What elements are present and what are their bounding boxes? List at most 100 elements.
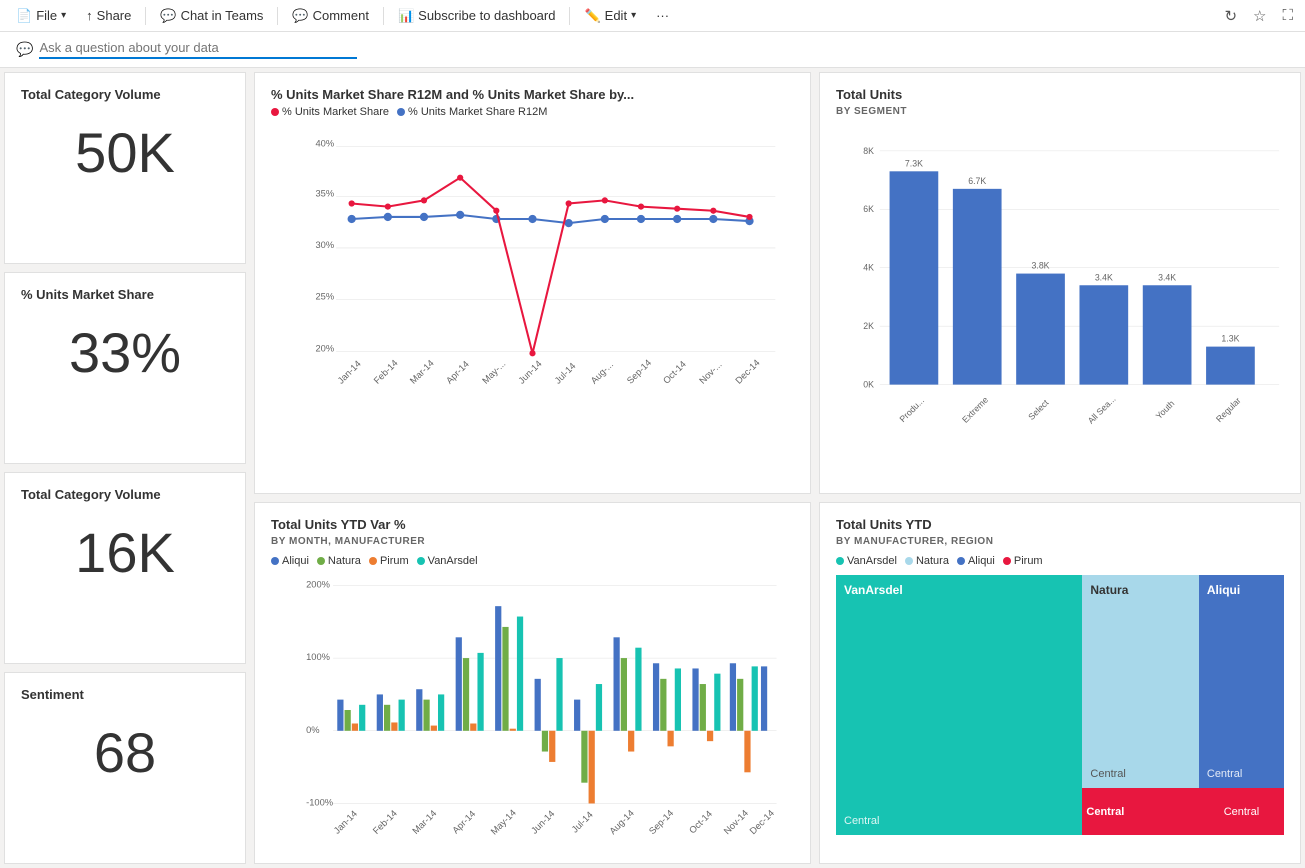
r12m-dot-2 (384, 213, 392, 221)
toolbar: 📄 File ▾ ↑ Share 💬 Chat in Teams 💬 Comme… (0, 0, 1305, 32)
toolbar-right: ↻ ☆ ⛶ (1220, 3, 1297, 29)
dec-aliqui (761, 666, 767, 730)
bar-y-0k: 0K (863, 380, 874, 390)
nov-pirum-neg (744, 731, 750, 773)
treemap-pirum-right-label: Central (1224, 806, 1259, 818)
qna-input[interactable] (39, 40, 1289, 55)
jan-pirum (352, 724, 358, 731)
share-button[interactable]: ↑ Share (78, 4, 139, 27)
mar-natura (423, 700, 429, 731)
x-label-dec14: Dec-14 (734, 358, 762, 386)
treemap-natura-region[interactable]: Natura Central (1082, 575, 1198, 788)
r12m-dot-11 (709, 215, 717, 223)
jul-aliqui (574, 700, 580, 731)
comment-button[interactable]: 💬 Comment (284, 4, 377, 28)
line-chart-legend: % Units Market Share % Units Market Shar… (271, 106, 794, 118)
bar-y-4k: 4K (863, 263, 874, 273)
bar-youth (1143, 285, 1192, 384)
bar-label-allsea-val: 3.4K (1095, 272, 1113, 282)
legend-label-treemap-vanarsdel: VanArsdel (847, 555, 897, 567)
legend-dot-treemap-vanarsdel (836, 557, 844, 565)
legend-treemap-natura: Natura (905, 555, 949, 567)
treemap-aliqui-region-label: Central (1207, 768, 1242, 780)
legend-treemap-vanarsdel: VanArsdel (836, 555, 897, 567)
nov-vanarsdel (752, 666, 758, 730)
mar-vanarsdel (438, 694, 444, 730)
more-button[interactable]: ··· (648, 4, 677, 27)
legend-vanarsdel: VanArsdel (417, 555, 478, 567)
legend-label-pirum: Pirum (380, 555, 409, 567)
oct-aliqui (692, 668, 698, 730)
subscribe-button[interactable]: 📊 Subscribe to dashboard (390, 4, 564, 28)
sep-natura (660, 679, 666, 731)
x-label-sep14: Sep-14 (625, 358, 653, 386)
bar-y-2k: 2K (863, 321, 874, 331)
legend-treemap-pirum: Pirum (1003, 555, 1043, 567)
r12m-dot-8 (601, 215, 609, 223)
treemap-vanarsdel-label: VanArsdel (844, 583, 903, 597)
ytd-y-200: 200% (306, 579, 330, 589)
y-label-25: 25% (316, 292, 335, 302)
apr-aliqui (456, 637, 462, 730)
pct-dot-11 (710, 208, 716, 214)
legend-item-pct-units: % Units Market Share (271, 106, 389, 118)
treemap-vanarsdel-region[interactable]: VanArsdel Central (836, 575, 1082, 835)
file-label: File (36, 8, 57, 23)
x-label-feb14: Feb-14 (372, 358, 400, 386)
pct-dot-9 (638, 204, 644, 210)
treemap-aliqui-region[interactable]: Aliqui Central (1199, 575, 1284, 788)
treemap-pirum-central[interactable]: Central (1082, 788, 1198, 835)
file-menu[interactable]: 📄 File ▾ (8, 4, 74, 28)
bar-label-youth-val: 3.4K (1158, 272, 1176, 282)
x-label-jan14: Jan-14 (336, 359, 363, 386)
x-label-oct14: Oct-14 (661, 359, 688, 386)
ytd-x-jul14: Jul-14 (570, 810, 595, 835)
treemap-natura-region-label: Central (1090, 768, 1125, 780)
kpi-total-category-volume-2: Total Category Volume 16K (4, 472, 246, 664)
kpi-value-1: 50K (21, 122, 229, 184)
legend-label-aliqui: Aliqui (282, 555, 309, 567)
oct-pirum-neg (707, 731, 713, 741)
r12m-dot-3 (420, 213, 428, 221)
ytd-x-apr14: Apr-14 (450, 809, 477, 836)
legend-natura: Natura (317, 555, 361, 567)
edit-button[interactable]: ✏️ Edit ▾ (576, 4, 644, 28)
legend-item-r12m: % Units Market Share R12M (397, 106, 547, 118)
comment-icon: 💬 (292, 8, 308, 24)
qna-underline (39, 57, 357, 59)
feb-vanarsdel (399, 700, 405, 731)
legend-dot-pct-units (271, 108, 279, 116)
legend-dot-natura (317, 557, 325, 565)
legend-label-r12m: % Units Market Share R12M (408, 106, 547, 118)
x-label-jul14: Jul-14 (553, 361, 578, 386)
treemap-pirum-right-region[interactable]: Central (1199, 788, 1284, 835)
kpi-title-3: Total Category Volume (21, 487, 229, 502)
feb-natura (384, 705, 390, 731)
bookmark-icon[interactable]: ☆ (1249, 3, 1270, 29)
edit-label: Edit (605, 8, 627, 23)
sep-pirum-neg (668, 731, 674, 747)
ytd-x-nov14: Nov-14 (722, 808, 750, 836)
ytd-y-n100: -100% (306, 798, 333, 808)
teams-icon: 💬 (160, 8, 176, 24)
ytd-x-jun14: Jun-14 (529, 808, 556, 835)
refresh-icon[interactable]: ↻ (1220, 3, 1241, 29)
legend-dot-treemap-pirum (1003, 557, 1011, 565)
jul-pirum-neg (589, 731, 595, 804)
jul-natura-neg (581, 731, 587, 783)
file-icon: 📄 (16, 8, 32, 24)
r12m-dot-7 (565, 219, 573, 227)
bar-label-produ: Produ... (897, 395, 926, 424)
qna-bar: 💬 (0, 32, 1305, 68)
x-label-jun14: Jun-14 (517, 359, 544, 386)
chat-teams-button[interactable]: 💬 Chat in Teams (152, 4, 271, 28)
bar-chart-subtitle: BY SEGMENT (836, 106, 1284, 117)
pct-dot-1 (349, 200, 355, 206)
kpi-value-3: 16K (21, 522, 229, 584)
pct-dot-8 (602, 197, 608, 203)
ytd-x-jan14: Jan-14 (332, 808, 359, 835)
fullscreen-icon[interactable]: ⛶ (1278, 3, 1297, 28)
legend-dot-r12m (397, 108, 405, 116)
pct-dot-2 (385, 204, 391, 210)
aug-pirum-neg (628, 731, 634, 752)
